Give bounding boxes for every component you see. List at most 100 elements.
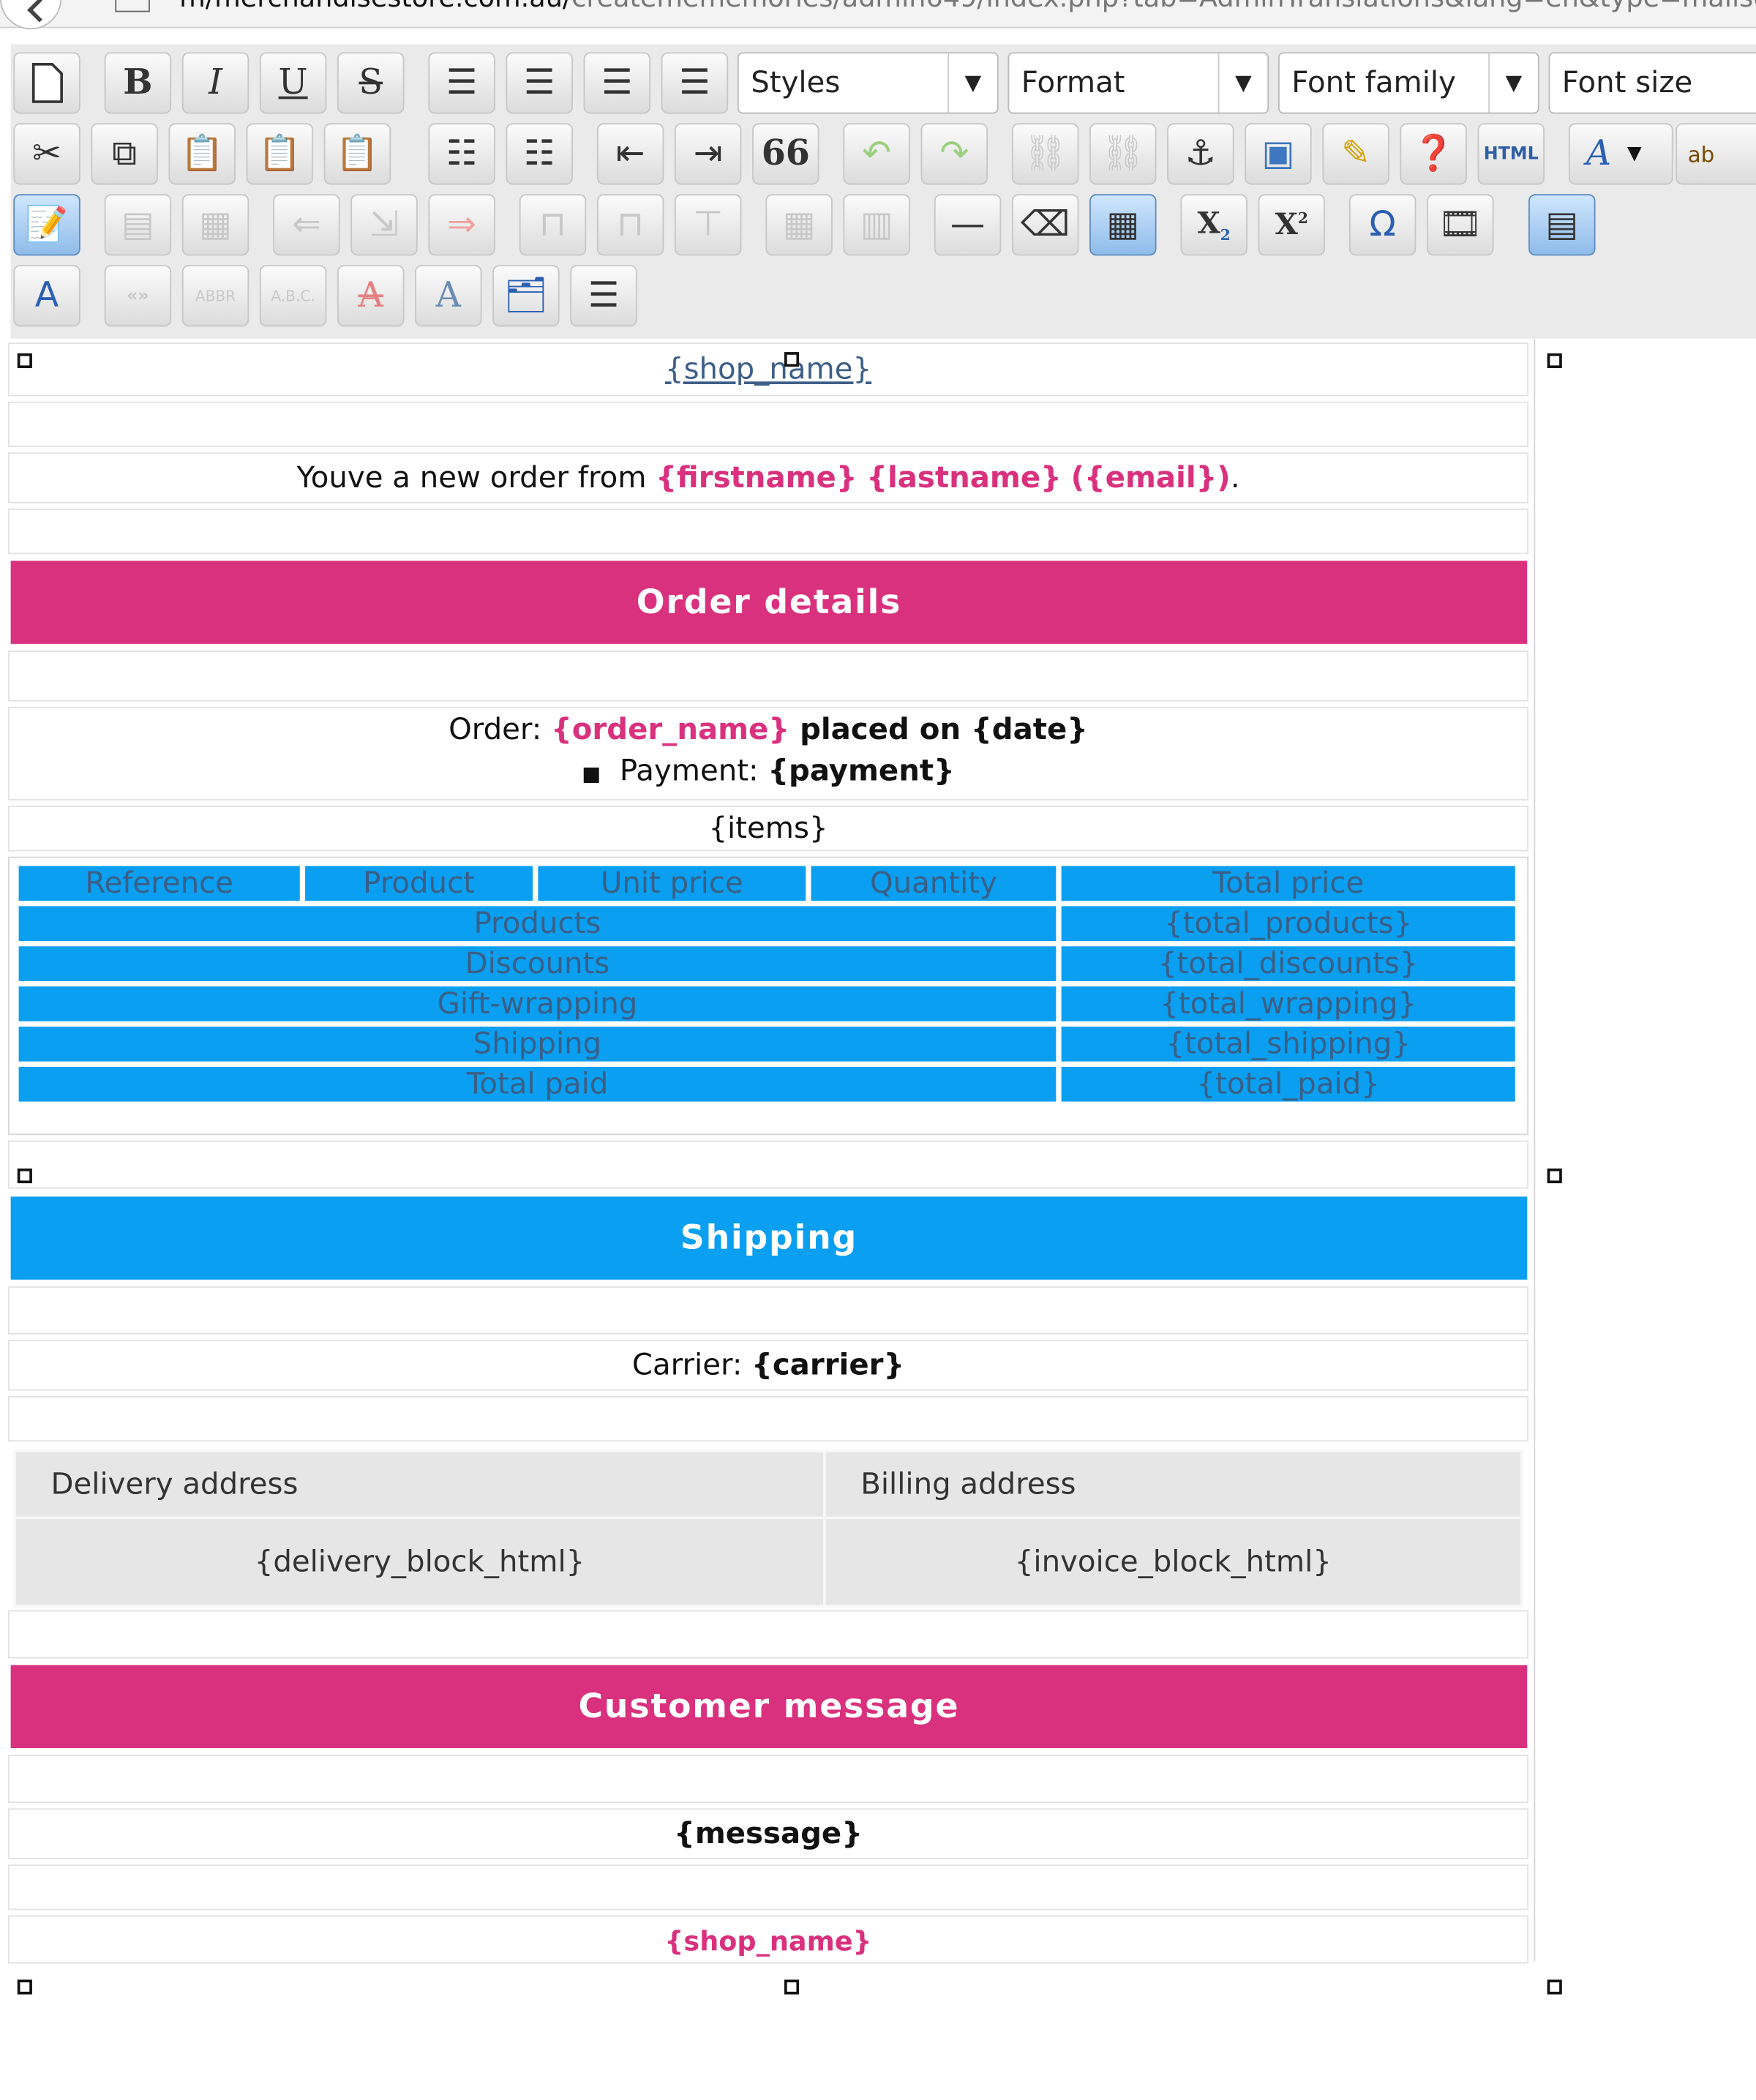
new-document-button[interactable] (13, 52, 80, 114)
bold-button[interactable]: B (104, 52, 172, 114)
split-cells-icon: ▦ (782, 204, 816, 245)
align-right-button[interactable]: ☰ (583, 52, 651, 114)
styles-dropdown[interactable]: Styles ▼ (737, 52, 999, 114)
help-button[interactable]: ❓ (1400, 123, 1467, 185)
shop-name-header-link[interactable]: {shop_name} (7, 342, 1529, 397)
row-after-icon: ⇲ (369, 204, 399, 245)
font-family-dropdown[interactable]: Font family ▼ (1277, 52, 1539, 114)
order-details-title: Order details (636, 582, 902, 621)
superscript-button[interactable]: X2 (1258, 194, 1326, 256)
media-button[interactable]: 🎞 (1427, 194, 1494, 256)
total-label: Shipping (18, 1027, 1057, 1062)
merge-cells-button[interactable]: ▥ (843, 194, 910, 256)
message-row: {message} (7, 1808, 1529, 1859)
split-cells-button[interactable]: ▦ (765, 194, 833, 256)
col-after-button[interactable]: ⊓ (596, 194, 664, 256)
abbr-button[interactable]: ABBR (181, 265, 249, 327)
new-document-icon (31, 62, 63, 103)
row-before-button[interactable]: ⇐ (273, 194, 340, 256)
align-left-button[interactable]: ☰ (428, 52, 495, 114)
subscript-icon: X2 (1197, 206, 1231, 244)
redo-button[interactable]: ↷ (920, 123, 988, 185)
resize-handle[interactable] (17, 1168, 32, 1184)
format-dropdown[interactable]: Format ▼ (1008, 52, 1269, 114)
total-label: Total paid (18, 1066, 1057, 1102)
delete-row-button[interactable]: ⇒ (428, 194, 495, 256)
unlink-icon: ⛓ (1100, 133, 1145, 174)
table-row-props-button[interactable]: ▤ (104, 194, 172, 256)
resize-handle[interactable] (784, 352, 800, 367)
spellcheck-button[interactable]: ab (1676, 123, 1756, 185)
address-bar[interactable]: m/merchandisestore.com.au/createmememori… (0, 0, 1756, 30)
subscript-button[interactable]: X2 (1180, 194, 1247, 256)
visual-aid-button[interactable]: 📝 (13, 194, 80, 256)
bullet-icon: ■ (582, 761, 601, 786)
paste-button[interactable]: 📋 (168, 123, 236, 185)
row-after-button[interactable]: ⇲ (350, 194, 418, 256)
resize-handle[interactable] (1547, 1168, 1562, 1184)
insert-table-button[interactable]: ▦ (1089, 194, 1157, 256)
font-size-dropdown[interactable]: Font size (1548, 52, 1756, 114)
row-before-icon: ⇐ (291, 204, 321, 245)
bullet-list-button[interactable]: ☷ (428, 123, 495, 185)
del-button[interactable]: A (337, 265, 405, 327)
resize-handle[interactable] (784, 1979, 800, 1995)
resize-handle[interactable] (1547, 1979, 1562, 1995)
back-button[interactable] (0, 0, 62, 30)
blockquote-button[interactable]: 66 (752, 123, 819, 185)
editor-content[interactable]: {shop_name} Youve a new order from {firs… (0, 338, 1756, 2100)
resize-handle[interactable] (17, 1979, 32, 1995)
font-family-dropdown-label: Font family (1291, 67, 1456, 101)
styles-dropdown-label: Styles (751, 67, 841, 101)
resize-handle[interactable] (1547, 353, 1562, 369)
shop-name-footer: {shop_name} (664, 1924, 872, 1957)
window-icon: ▤ (1545, 204, 1579, 245)
ins-button[interactable]: A (415, 265, 482, 327)
acronym-icon: A.B.C. (271, 287, 315, 305)
acronym-button[interactable]: A.B.C. (259, 265, 327, 327)
cite-button[interactable]: «» (104, 265, 172, 327)
underline-button[interactable]: U (259, 52, 327, 114)
indent-button[interactable]: ⇥ (674, 123, 742, 185)
unlink-button[interactable]: ⛓ (1089, 123, 1157, 185)
html-source-button[interactable]: HTML (1477, 123, 1545, 185)
text-color-button[interactable]: A ▼ (1568, 123, 1673, 185)
align-center-button[interactable]: ☰ (506, 52, 573, 114)
nonbreaking-button[interactable]: ☰ (570, 265, 637, 327)
delete-col-icon: ⊤ (692, 204, 724, 245)
anchor-button[interactable]: ⚓ (1167, 123, 1234, 185)
cleanup-button[interactable]: ✎ (1322, 123, 1389, 185)
format-dropdown-label: Format (1021, 67, 1125, 101)
url-text[interactable]: m/merchandisestore.com.au/createmememori… (179, 0, 1756, 13)
column-header: Unit price (538, 866, 806, 901)
remove-format-button[interactable]: ⌫ (1011, 194, 1079, 256)
address-table: Delivery address Billing address {delive… (13, 1450, 1523, 1608)
copy-button[interactable]: ⧉ (91, 123, 158, 185)
undo-button[interactable]: ↶ (843, 123, 910, 185)
col-before-button[interactable]: ⊓ (519, 194, 587, 256)
numbered-list-button[interactable]: ☷ (506, 123, 573, 185)
paste-word-button[interactable]: 📋 (323, 123, 391, 185)
link-button[interactable]: ⛓ (1011, 123, 1079, 185)
strikethrough-button[interactable]: S (337, 52, 405, 114)
anchor-icon: ⚓ (1185, 133, 1217, 174)
insert-image-button[interactable]: ▣ (1245, 123, 1312, 185)
outdent-icon: ⇤ (615, 133, 645, 174)
special-char-button[interactable]: Ω (1348, 194, 1417, 256)
items-placeholder: {items} (708, 812, 828, 847)
fullscreen-button[interactable]: ▤ (1528, 194, 1596, 256)
italic-button[interactable]: I (181, 52, 249, 114)
nonbreaking-icon: ☰ (588, 275, 620, 316)
table-cell-props-button[interactable]: ▦ (181, 194, 249, 256)
delete-col-button[interactable]: ⊤ (674, 194, 742, 256)
styleprops-button[interactable]: A (13, 265, 80, 327)
horizontal-rule-button[interactable]: — (934, 194, 1002, 256)
paste-text-button[interactable]: 📋 (246, 123, 314, 185)
outdent-button[interactable]: ⇤ (596, 123, 664, 185)
superscript-icon: X2 (1275, 207, 1308, 243)
attributes-button[interactable]: 🗂 (492, 265, 560, 327)
align-justify-button[interactable]: ☰ (661, 52, 729, 114)
strikethrough-icon: S (359, 62, 383, 103)
cut-button[interactable]: ✂ (13, 123, 80, 185)
undo-icon: ↶ (862, 133, 892, 174)
